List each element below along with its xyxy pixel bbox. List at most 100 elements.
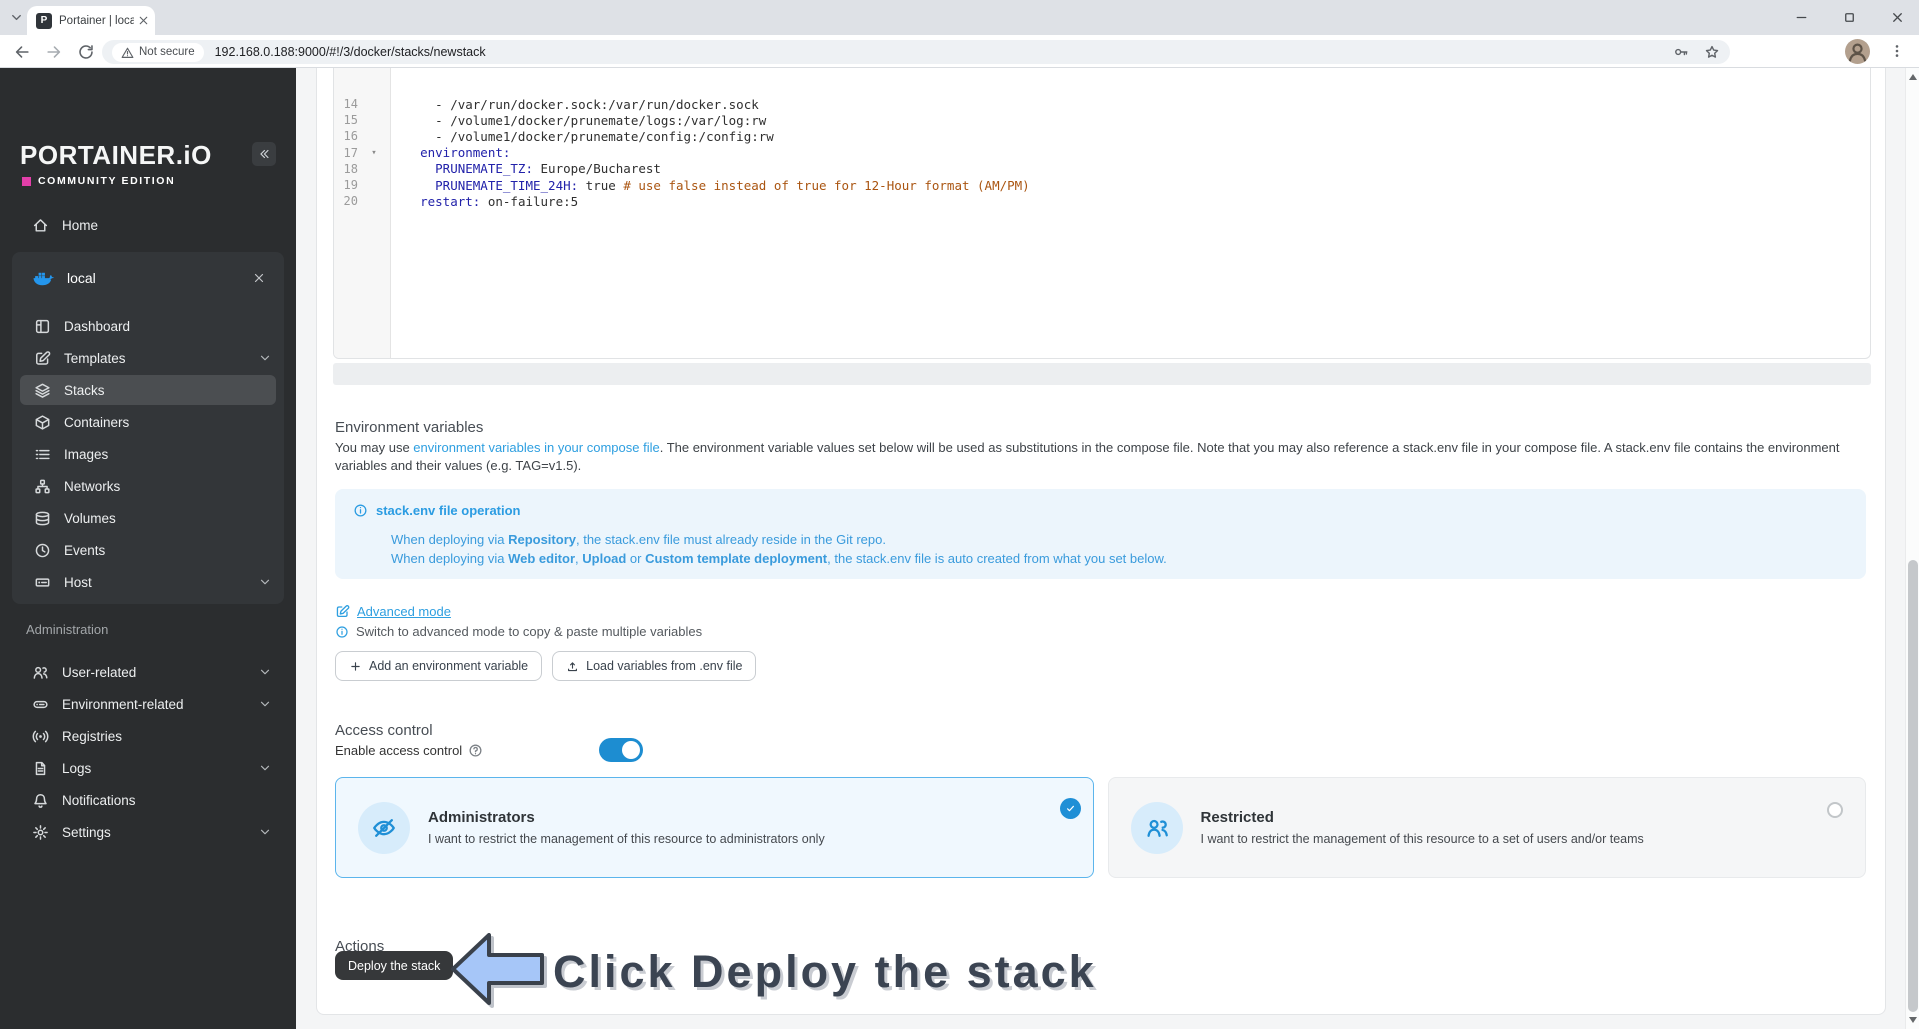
environments-icon	[32, 696, 49, 713]
portainer-logo: PORTAINER.iO	[20, 140, 212, 170]
password-manager-icon[interactable]	[1673, 44, 1689, 60]
code-text: - /volume1/docker/prunemate/logs:/var/lo…	[390, 112, 767, 128]
editor-line[interactable]: 14 - /var/run/docker.sock:/var/run/docke…	[334, 96, 1870, 112]
scrollbar-thumb[interactable]	[1908, 560, 1918, 1012]
templates-icon	[34, 350, 51, 367]
editor-line[interactable]: 16 - /volume1/docker/prunemate/config:/c…	[334, 128, 1870, 144]
plus-icon	[349, 660, 362, 673]
profile-avatar[interactable]	[1845, 39, 1870, 64]
line-number: 15	[343, 113, 358, 128]
sidebar-item-home[interactable]: Home	[0, 210, 328, 240]
editor-resize-strip[interactable]	[333, 363, 1871, 385]
sidebar-item-images[interactable]: Images	[12, 439, 284, 469]
browser-forward-icon[interactable]	[45, 43, 63, 61]
sidebar: PORTAINER.iO COMMUNITY EDITION Home loca…	[0, 68, 296, 1029]
sidebar-item-label: Logs	[62, 760, 92, 776]
sidebar-item-label: Networks	[64, 478, 121, 494]
pencil-icon	[335, 604, 350, 619]
compose-editor[interactable]: 14 - /var/run/docker.sock:/var/run/docke…	[333, 68, 1871, 359]
add-env-variable-button[interactable]: Add an environment variable	[335, 651, 543, 681]
sidebar-item-templates[interactable]: Templates	[12, 343, 284, 373]
window-minimize-icon[interactable]	[1794, 10, 1809, 25]
sidebar-environment-local[interactable]: local	[12, 260, 284, 296]
sidebar-item-volumes[interactable]: Volumes	[12, 503, 284, 533]
editor-line[interactable]: 15 - /volume1/docker/prunemate/logs:/var…	[334, 112, 1870, 128]
tab-close-icon[interactable]	[137, 14, 150, 27]
not-secure-label: Not secure	[139, 46, 195, 58]
sidebar-item-label: Images	[64, 446, 109, 462]
url-bar[interactable]: Not secure 192.168.0.188:9000/#!/3/docke…	[102, 40, 1730, 64]
sidebar-item-events[interactable]: Events	[12, 535, 284, 565]
deploy-stack-button[interactable]: Deploy the stack	[335, 951, 454, 980]
access-option-restricted[interactable]: Restricted I want to restrict the managem…	[1107, 777, 1866, 878]
sidebar-item-environment-related[interactable]: Environment-related	[0, 689, 296, 719]
environment-close-icon[interactable]	[252, 271, 266, 285]
info-icon	[353, 503, 368, 518]
load-env-file-label: Load variables from .env file	[586, 659, 743, 673]
tab-title: Portainer | loca	[59, 14, 134, 27]
access-option-administrators[interactable]: Administrators I want to restrict the man…	[335, 777, 1094, 878]
not-secure-chip[interactable]: Not secure	[112, 42, 204, 62]
advanced-mode-hint: Switch to advanced mode to copy & paste …	[335, 624, 702, 639]
info-box-lines: When deploying via Repository, the stack…	[391, 530, 1848, 568]
chevron-down-icon	[258, 665, 272, 679]
stacks-icon	[34, 382, 51, 399]
sidebar-item-label: User-related	[62, 664, 137, 680]
sidebar-item-logs[interactable]: Logs	[0, 753, 296, 783]
line-number: 14	[343, 97, 358, 112]
bookmark-star-icon[interactable]	[1704, 44, 1720, 60]
browser-back-icon[interactable]	[13, 43, 31, 61]
containers-icon	[34, 414, 51, 431]
sidebar-item-label: Notifications	[62, 792, 136, 808]
line-number: 20	[343, 194, 358, 209]
chevron-down-icon	[258, 697, 272, 711]
code-text: environment:	[390, 145, 511, 161]
sidebar-item-host[interactable]: Host	[12, 567, 284, 597]
home-icon	[32, 217, 49, 234]
docker-icon	[32, 267, 54, 289]
editor-line[interactable]: 20 restart: on-failure:5	[334, 193, 1870, 209]
scrollbar-down-icon[interactable]	[1909, 1017, 1917, 1023]
window-close-icon[interactable]	[1890, 10, 1905, 25]
add-env-variable-label: Add an environment variable	[369, 659, 529, 673]
advanced-mode-link[interactable]: Advanced mode	[335, 604, 451, 619]
sidebar-item-networks[interactable]: Networks	[12, 471, 284, 501]
sidebar-item-containers[interactable]: Containers	[12, 407, 284, 437]
sidebar-item-settings[interactable]: Settings	[0, 817, 296, 847]
access-option-title: Restricted	[1200, 809, 1274, 826]
portainer-favicon: P	[36, 12, 52, 29]
tab-search-icon[interactable]	[9, 10, 24, 25]
code-text: - /volume1/docker/prunemate/config:/conf…	[390, 128, 774, 144]
sidebar-item-notifications[interactable]: Notifications	[0, 785, 296, 815]
browser-menu-icon[interactable]	[1889, 43, 1905, 59]
sidebar-item-dashboard[interactable]: Dashboard	[12, 311, 284, 341]
editor-line[interactable]: 19 PRUNEMATE_TIME_24H: true # use false …	[334, 177, 1870, 193]
page-scrollbar[interactable]	[1905, 68, 1919, 1029]
sidebar-item-label: Registries	[62, 728, 123, 744]
editor-line[interactable]: 17 ▾ environment:	[334, 145, 1870, 161]
environment-menu: local Dashboard Templates Stacks Containers…	[12, 252, 284, 604]
browser-tab[interactable]: P Portainer | loca	[27, 6, 155, 35]
sidebar-item-stacks[interactable]: Stacks	[20, 375, 276, 405]
sidebar-item-user-related[interactable]: User-related	[0, 657, 296, 687]
sidebar-collapse-button[interactable]	[252, 142, 276, 166]
chevron-down-icon	[258, 351, 272, 365]
networks-icon	[34, 478, 51, 495]
fold-arrow-icon[interactable]: ▾	[358, 148, 390, 158]
info-box-line: When deploying via Repository, the stack…	[391, 532, 886, 547]
window-maximize-icon[interactable]	[1842, 10, 1857, 25]
scrollbar-up-icon[interactable]	[1909, 74, 1917, 80]
team-icon	[1130, 801, 1183, 854]
sidebar-item-label: Events	[64, 542, 106, 558]
env-var-buttons: Add an environment variable Load variabl…	[335, 651, 757, 681]
help-icon[interactable]	[468, 743, 483, 758]
volumes-icon	[34, 510, 51, 527]
editor-line[interactable]: 18 PRUNEMATE_TZ: Europe/Bucharest	[334, 161, 1870, 177]
env-vars-doc-link[interactable]: environment variables in your compose fi…	[413, 440, 659, 455]
sidebar-item-registries[interactable]: Registries	[0, 721, 296, 751]
browser-reload-icon[interactable]	[77, 43, 95, 61]
radio-unselected-icon[interactable]	[1827, 802, 1843, 818]
sidebar-item-label: Containers	[64, 414, 130, 430]
access-control-toggle[interactable]	[599, 738, 643, 762]
load-env-file-button[interactable]: Load variables from .env file	[552, 651, 757, 681]
